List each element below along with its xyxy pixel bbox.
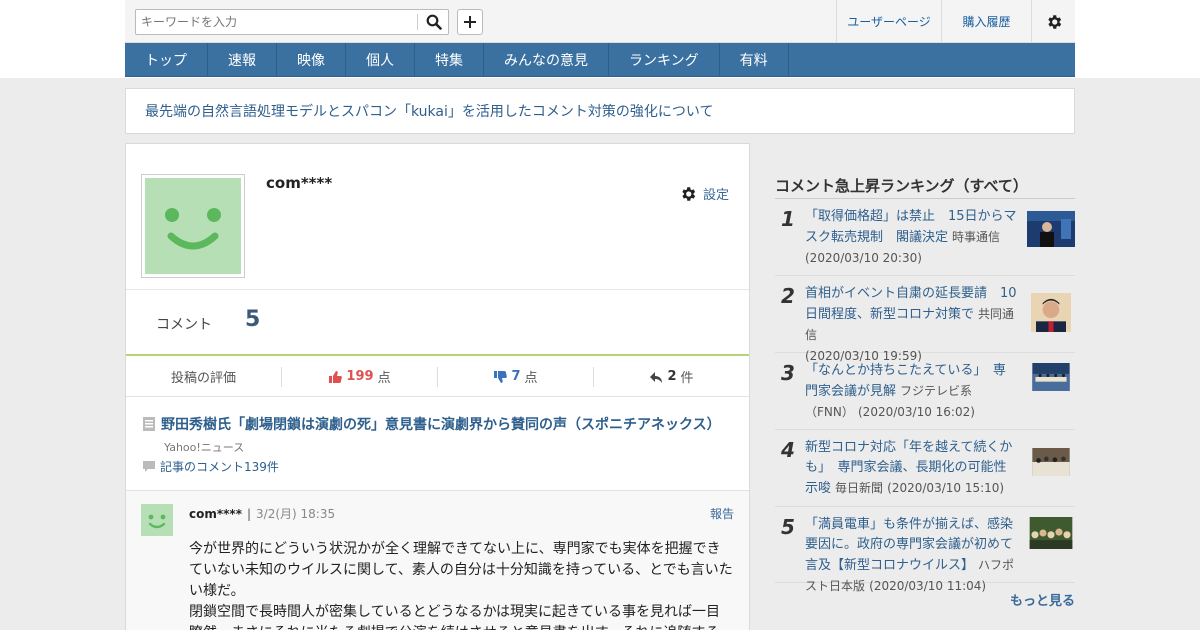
settings-gear-button[interactable] [1031, 0, 1075, 43]
comment-count-value: 5 [245, 307, 261, 332]
comment-meta: com**** | 3/2(月) 18:35 [189, 505, 335, 522]
ranking-headline-link[interactable]: 新型コロナ対応「年を越えて続くかも」 専門家会議、長期化の可能性示唆 毎日新聞 (… [805, 438, 1017, 499]
ranking-thumbnail[interactable] [1027, 448, 1075, 476]
ranking-headline-link[interactable]: 「なんとか持ちこたえている」 専門家会議が見解 フジテレビ系（FNN） (2020… [805, 361, 1017, 423]
comment-count-label: コメント [156, 317, 212, 333]
ranking-number: 4 [781, 438, 795, 462]
article-title: 野田秀樹氏「劇場閉鎖は演劇の死」意見書に演劇界から賛同の声（スポニチアネックス） [161, 417, 721, 433]
user-page-link[interactable]: ユーザーページ [836, 0, 941, 43]
settings-button[interactable]: 設定 [679, 184, 729, 203]
nav-top[interactable]: トップ [125, 43, 208, 76]
nav-individual[interactable]: 個人 [346, 43, 415, 76]
comment-meta-separator: | [246, 506, 252, 521]
ranking-item: 5 「満員電車」も条件が揃えば、感染要因に。政府の専門家会議が初めて言及【新型コ… [775, 507, 1075, 593]
search-button[interactable] [419, 10, 449, 34]
ranking-number: 1 [781, 207, 795, 231]
plus-icon [464, 16, 476, 28]
user-panel: com**** 設定 コメント 5 投稿の評価 199 点 7 点 2 件 野田… [125, 143, 750, 630]
report-link[interactable]: 報告 [710, 505, 734, 522]
dislikes-unit: 点 [524, 371, 538, 386]
likes-stat: 199 点 [281, 366, 437, 387]
dislikes-count: 7 [511, 369, 521, 384]
nav-paid[interactable]: 有料 [720, 43, 789, 76]
header: ユーザーページ 購入履歴 [125, 0, 1075, 43]
ranking-title: コメント急上昇ランキング（すべて） [775, 175, 1075, 199]
header-links: ユーザーページ 購入履歴 [836, 0, 1075, 43]
ranking-thumbnail[interactable] [1027, 363, 1075, 391]
search-icon [426, 14, 442, 30]
nav-opinions[interactable]: みんなの意見 [484, 43, 609, 76]
ranking-number: 3 [781, 361, 795, 385]
rating-label-text: 投稿の評価 [170, 371, 236, 386]
ranking-thumbnail[interactable] [1027, 517, 1075, 549]
comment-username: com**** [189, 506, 242, 521]
comment-item: com**** | 3/2(月) 18:35 報告 今が世界的にどういう状況かが… [126, 490, 749, 630]
smiley-avatar-icon [141, 504, 173, 536]
ranking-panel: コメント急上昇ランキング（すべて） 1 「取得価格超」は禁止 15日からマスク転… [775, 175, 1075, 609]
ranking-headline-link[interactable]: 「取得価格超」は禁止 15日からマスク転売規制 閣議決定 時事通信 (2020/03… [805, 207, 1017, 269]
add-button[interactable] [457, 9, 483, 35]
notice-link[interactable]: 最先端の自然言語処理モデルとスパコン「kukai」を活用したコメント対策の強化に… [125, 88, 1075, 134]
purchase-history-link[interactable]: 購入履歴 [941, 0, 1031, 43]
rating-label: 投稿の評価 [126, 367, 281, 387]
profile-section: com**** 設定 [126, 144, 749, 290]
article-title-link[interactable]: 野田秀樹氏「劇場閉鎖は演劇の死」意見書に演劇界から賛同の声（スポニチアネックス） [142, 414, 721, 434]
rating-stats: 投稿の評価 199 点 7 点 2 件 [126, 357, 749, 397]
smiley-avatar-icon [145, 178, 241, 274]
replies-unit: 件 [680, 371, 694, 386]
avatar [141, 174, 245, 278]
ranking-date: (2020/03/10 20:30) [805, 251, 922, 265]
replies-count: 2 [667, 369, 677, 384]
nav-video[interactable]: 映像 [277, 43, 346, 76]
comment-date: 3/2(月) 18:35 [256, 507, 336, 521]
thumbs-up-icon [329, 370, 343, 383]
ranking-headline-link[interactable]: 「満員電車」も条件が揃えば、感染要因に。政府の専門家会議が初めて言及【新型コロナ… [805, 515, 1017, 597]
nav-feature[interactable]: 特集 [415, 43, 484, 76]
comment-text: 今が世界的にどういう状況かが全く理解できてない上に、専門家でも実体を把握できてい… [189, 541, 733, 630]
nav-breaking[interactable]: 速報 [208, 43, 277, 76]
comment-count-section: コメント 5 [126, 290, 749, 356]
speech-bubble-icon [143, 461, 155, 472]
ranking-date: (2020/03/10 11:04) [869, 579, 987, 593]
ranking-source: 時事通信 [952, 230, 1001, 244]
ranking-thumbnail[interactable] [1027, 211, 1075, 247]
thumbs-down-icon [494, 370, 508, 383]
likes-count: 199 [346, 369, 374, 384]
ranking-item: 1 「取得価格超」は禁止 15日からマスク転売規制 閣議決定 時事通信 (2020/… [775, 199, 1075, 276]
ranking-date: (2020/03/10 16:02) [858, 405, 975, 419]
search-input[interactable] [136, 10, 418, 34]
ranking-item: 3 「なんとか持ちこたえている」 専門家会議が見解 フジテレビ系（FNN） (20… [775, 353, 1075, 430]
article-block: 野田秀樹氏「劇場閉鎖は演劇の死」意見書に演劇界から賛同の声（スポニチアネックス）… [126, 398, 749, 490]
nav-ranking[interactable]: ランキング [609, 43, 720, 76]
main-nav: トップ 速報 映像 個人 特集 みんなの意見 ランキング 有料 [125, 43, 1075, 77]
article-source: Yahoo!ニュース [164, 441, 245, 454]
reply-icon [650, 371, 663, 383]
settings-label: 設定 [702, 188, 729, 203]
username: com**** [266, 174, 333, 192]
ranking-thumbnail[interactable] [1031, 284, 1071, 332]
ranking-number: 5 [781, 515, 795, 539]
ranking-item: 4 新型コロナ対応「年を越えて続くかも」 専門家会議、長期化の可能性示唆 毎日新聞… [775, 430, 1075, 507]
dislikes-stat: 7 点 [437, 366, 593, 387]
gear-icon [1047, 14, 1061, 29]
article-comments-count: 記事のコメント139件 [160, 460, 279, 474]
replies-stat: 2 件 [593, 366, 749, 387]
ranking-number: 2 [781, 284, 795, 308]
search-box [135, 9, 449, 35]
ranking-item: 2 首相がイベント自粛の延長要請 10日間程度、新型コロナ対策で 共同通信 (202… [775, 276, 1075, 363]
ranking-source: 毎日新聞 [835, 481, 884, 495]
article-comments-link[interactable]: 記事のコメント139件 [142, 458, 279, 475]
gear-icon [682, 186, 696, 201]
likes-unit: 点 [377, 371, 391, 386]
ranking-date: (2020/03/10 15:10) [887, 481, 1005, 495]
document-icon [143, 417, 155, 431]
search-separator [417, 14, 418, 30]
